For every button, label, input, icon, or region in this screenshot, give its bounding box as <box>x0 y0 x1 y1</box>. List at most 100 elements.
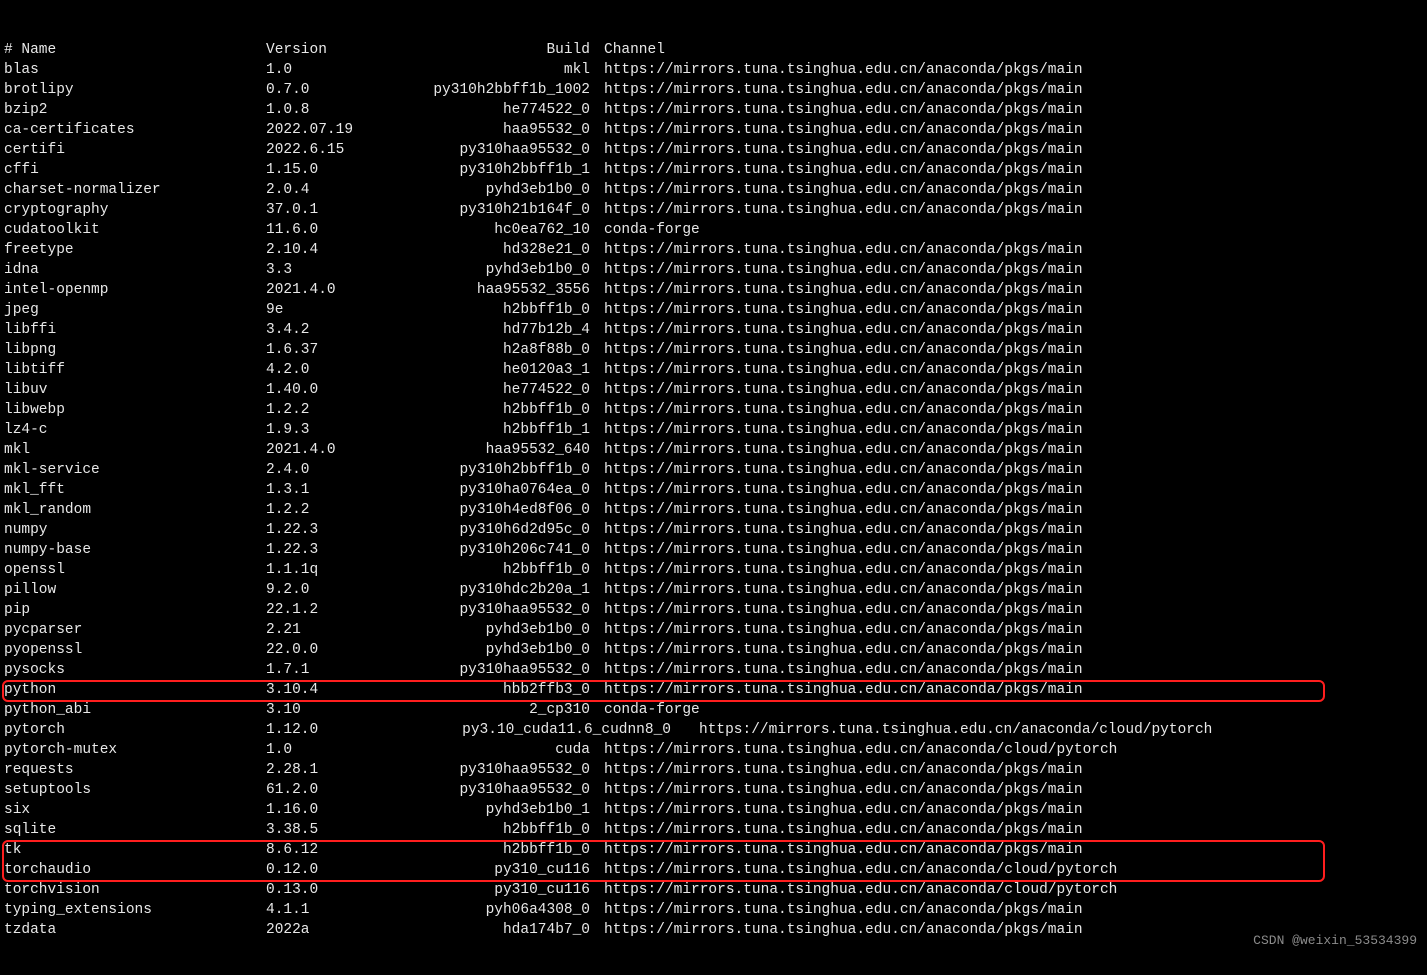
package-row-jpeg-version: 9e <box>266 300 369 320</box>
package-row-cryptography-channel: https://mirrors.tuna.tsinghua.edu.cn/ana… <box>604 200 1083 220</box>
package-row-pillow-build: py310hdc2b20a_1 <box>369 580 604 600</box>
watermark: CSDN @weixin_53534399 <box>1253 931 1417 951</box>
package-row-brotlipy-version: 0.7.0 <box>266 80 369 100</box>
package-row-certifi-version: 2022.6.15 <box>266 140 369 160</box>
package-row-torchaudio-build: py310_cu116 <box>369 860 604 880</box>
package-row-libwebp-channel: https://mirrors.tuna.tsinghua.edu.cn/ana… <box>604 400 1083 420</box>
package-row-brotlipy-channel: https://mirrors.tuna.tsinghua.edu.cn/ana… <box>604 80 1083 100</box>
package-row-torchaudio-version: 0.12.0 <box>266 860 369 880</box>
package-row-mkl-service-build: py310h2bbff1b_0 <box>369 460 604 480</box>
package-row-pip-channel: https://mirrors.tuna.tsinghua.edu.cn/ana… <box>604 600 1083 620</box>
package-row-torchvision-name: torchvision <box>4 880 266 900</box>
package-row-pip: pip22.1.2py310haa95532_0https://mirrors.… <box>4 600 1423 620</box>
package-row-brotlipy-build: py310h2bbff1b_1002 <box>369 80 604 100</box>
package-row-libuv: libuv1.40.0he774522_0https://mirrors.tun… <box>4 380 1423 400</box>
package-row-bzip2-version: 1.0.8 <box>266 100 369 120</box>
package-row-pip-name: pip <box>4 600 266 620</box>
package-row-cffi-build: py310h2bbff1b_1 <box>369 160 604 180</box>
package-row-cryptography-version: 37.0.1 <box>266 200 369 220</box>
package-row-torchaudio-channel: https://mirrors.tuna.tsinghua.edu.cn/ana… <box>604 860 1117 880</box>
package-row-six-version: 1.16.0 <box>266 800 369 820</box>
package-row-brotlipy: brotlipy0.7.0py310h2bbff1b_1002https://m… <box>4 80 1423 100</box>
package-row-pycparser: pycparser2.21pyhd3eb1b0_0https://mirrors… <box>4 620 1423 640</box>
package-row-lz4-c-channel: https://mirrors.tuna.tsinghua.edu.cn/ana… <box>604 420 1083 440</box>
package-row-ca-certificates-build: haa95532_0 <box>369 120 604 140</box>
package-row-cffi-version: 1.15.0 <box>266 160 369 180</box>
package-row-mkl-channel: https://mirrors.tuna.tsinghua.edu.cn/ana… <box>604 440 1083 460</box>
package-row-pip-build: py310haa95532_0 <box>369 600 604 620</box>
package-row-setuptools-build: py310haa95532_0 <box>369 780 604 800</box>
package-row-pillow-channel: https://mirrors.tuna.tsinghua.edu.cn/ana… <box>604 580 1083 600</box>
package-row-python_abi-name: python_abi <box>4 700 266 720</box>
package-row-setuptools-version: 61.2.0 <box>266 780 369 800</box>
package-row-jpeg-channel: https://mirrors.tuna.tsinghua.edu.cn/ana… <box>604 300 1083 320</box>
package-row-pysocks-version: 1.7.1 <box>266 660 369 680</box>
package-row-numpy-version: 1.22.3 <box>266 520 369 540</box>
package-row-bzip2-build: he774522_0 <box>369 100 604 120</box>
package-row-typing_extensions: typing_extensions4.1.1pyh06a4308_0https:… <box>4 900 1423 920</box>
package-row-lz4-c-name: lz4-c <box>4 420 266 440</box>
package-row-freetype-version: 2.10.4 <box>266 240 369 260</box>
package-row-cffi-name: cffi <box>4 160 266 180</box>
package-row-pycparser-name: pycparser <box>4 620 266 640</box>
package-row-python: python3.10.4hbb2ffb3_0https://mirrors.tu… <box>4 680 1423 700</box>
package-row-libffi-version: 3.4.2 <box>266 320 369 340</box>
package-row-torchvision-version: 0.13.0 <box>266 880 369 900</box>
package-row-libuv-name: libuv <box>4 380 266 400</box>
package-row-mkl: mkl2021.4.0haa95532_640https://mirrors.t… <box>4 440 1423 460</box>
package-row-cudatoolkit-build: hc0ea762_10 <box>369 220 604 240</box>
header-row: # NameVersionBuildChannel <box>4 40 1423 60</box>
package-row-requests-version: 2.28.1 <box>266 760 369 780</box>
package-row-pytorch-mutex-channel: https://mirrors.tuna.tsinghua.edu.cn/ana… <box>604 740 1117 760</box>
header-row-channel: Channel <box>604 40 665 60</box>
package-row-typing_extensions-build: pyh06a4308_0 <box>369 900 604 920</box>
package-row-cffi: cffi1.15.0py310h2bbff1b_1https://mirrors… <box>4 160 1423 180</box>
package-row-libtiff-version: 4.2.0 <box>266 360 369 380</box>
package-row-python-version: 3.10.4 <box>266 680 369 700</box>
package-row-intel-openmp-channel: https://mirrors.tuna.tsinghua.edu.cn/ana… <box>604 280 1083 300</box>
package-row-typing_extensions-version: 4.1.1 <box>266 900 369 920</box>
package-row-python-build: hbb2ffb3_0 <box>369 680 604 700</box>
package-row-libtiff-channel: https://mirrors.tuna.tsinghua.edu.cn/ana… <box>604 360 1083 380</box>
package-row-six: six1.16.0pyhd3eb1b0_1https://mirrors.tun… <box>4 800 1423 820</box>
package-row-tk-version: 8.6.12 <box>266 840 369 860</box>
package-row-pip-version: 22.1.2 <box>266 600 369 620</box>
package-row-tzdata-build: hda174b7_0 <box>369 920 604 940</box>
package-row-setuptools: setuptools61.2.0py310haa95532_0https://m… <box>4 780 1423 800</box>
header-row-build: Build <box>369 40 604 60</box>
package-row-lz4-c-build: h2bbff1b_1 <box>369 420 604 440</box>
package-row-sqlite-name: sqlite <box>4 820 266 840</box>
package-row-torchaudio-name: torchaudio <box>4 860 266 880</box>
package-row-bzip2-name: bzip2 <box>4 100 266 120</box>
package-row-certifi-build: py310haa95532_0 <box>369 140 604 160</box>
package-row-six-channel: https://mirrors.tuna.tsinghua.edu.cn/ana… <box>604 800 1083 820</box>
package-row-python-channel: https://mirrors.tuna.tsinghua.edu.cn/ana… <box>604 680 1083 700</box>
package-row-pyopenssl-build: pyhd3eb1b0_0 <box>369 640 604 660</box>
package-row-jpeg-name: jpeg <box>4 300 266 320</box>
package-row-libffi-name: libffi <box>4 320 266 340</box>
package-row-cryptography: cryptography37.0.1py310h21b164f_0https:/… <box>4 200 1423 220</box>
package-row-certifi: certifi2022.6.15py310haa95532_0https://m… <box>4 140 1423 160</box>
package-row-idna-build: pyhd3eb1b0_0 <box>369 260 604 280</box>
package-row-libtiff-name: libtiff <box>4 360 266 380</box>
package-row-numpy-build: py310h6d2d95c_0 <box>369 520 604 540</box>
package-row-mkl_fft: mkl_fft1.3.1py310ha0764ea_0https://mirro… <box>4 480 1423 500</box>
package-row-ca-certificates-channel: https://mirrors.tuna.tsinghua.edu.cn/ana… <box>604 120 1083 140</box>
package-row-torchvision-build: py310_cu116 <box>369 880 604 900</box>
package-row-six-build: pyhd3eb1b0_1 <box>369 800 604 820</box>
package-row-pyopenssl-name: pyopenssl <box>4 640 266 660</box>
package-row-six-name: six <box>4 800 266 820</box>
package-row-cudatoolkit: cudatoolkit11.6.0hc0ea762_10conda-forge <box>4 220 1423 240</box>
package-row-intel-openmp-version: 2021.4.0 <box>266 280 369 300</box>
package-row-sqlite-build: h2bbff1b_0 <box>369 820 604 840</box>
package-row-charset-normalizer-channel: https://mirrors.tuna.tsinghua.edu.cn/ana… <box>604 180 1083 200</box>
package-row-numpy-base-version: 1.22.3 <box>266 540 369 560</box>
package-row-python-name: python <box>4 680 266 700</box>
package-row-pytorch-build: py3.10_cuda11.6_cudnn8_0 <box>369 720 699 740</box>
package-row-libwebp: libwebp1.2.2h2bbff1b_0https://mirrors.tu… <box>4 400 1423 420</box>
package-row-mkl_random-name: mkl_random <box>4 500 266 520</box>
package-row-pycparser-channel: https://mirrors.tuna.tsinghua.edu.cn/ana… <box>604 620 1083 640</box>
package-row-pysocks: pysocks1.7.1py310haa95532_0https://mirro… <box>4 660 1423 680</box>
package-row-bzip2: bzip21.0.8he774522_0https://mirrors.tuna… <box>4 100 1423 120</box>
package-row-mkl-service-channel: https://mirrors.tuna.tsinghua.edu.cn/ana… <box>604 460 1083 480</box>
